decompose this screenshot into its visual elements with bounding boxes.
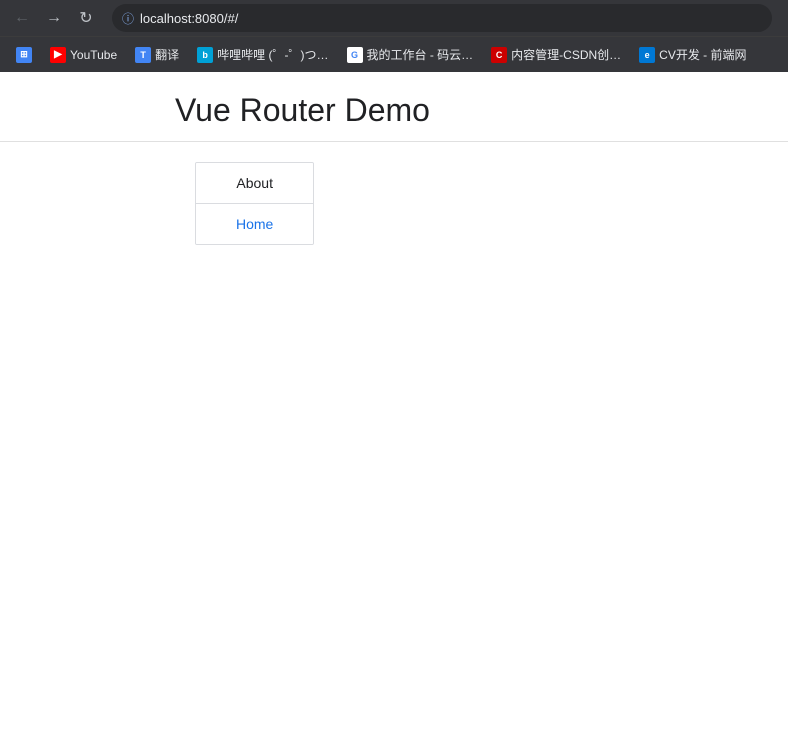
reload-button[interactable]: ↻ xyxy=(72,4,100,32)
browser-titlebar: ← → ↻ ⓘ localhost:8080/#/ xyxy=(0,0,788,36)
bookmark-google[interactable]: G 我的工作台 - 码云… xyxy=(339,42,482,68)
csdn-favicon: C xyxy=(491,47,507,63)
bookmark-bilibili-label: 哔哩哔哩 (゜-゜)つ… xyxy=(217,46,328,63)
bookmark-translate[interactable]: T 翻译 xyxy=(127,42,187,68)
address-text: localhost:8080/#/ xyxy=(140,11,238,26)
security-icon: ⓘ xyxy=(122,10,134,27)
browser-chrome: ← → ↻ ⓘ localhost:8080/#/ ⊞ ▶ YouTube T … xyxy=(0,0,788,72)
apps-favicon: ⊞ xyxy=(16,47,32,63)
address-bar[interactable]: ⓘ localhost:8080/#/ xyxy=(112,4,772,32)
translate-favicon: T xyxy=(135,47,151,63)
back-button[interactable]: ← xyxy=(8,4,36,32)
bookmark-csdn-label: 内容管理-CSDN创… xyxy=(511,46,621,63)
page-content: Vue Router Demo About Home xyxy=(0,72,788,745)
bookmark-bilibili[interactable]: b 哔哩哔哩 (゜-゜)つ… xyxy=(189,42,336,68)
youtube-favicon: ▶ xyxy=(50,47,66,63)
about-link[interactable]: About xyxy=(196,163,313,204)
page-title: Vue Router Demo xyxy=(0,92,788,129)
bookmark-apps[interactable]: ⊞ xyxy=(8,42,40,68)
bookmarks-bar: ⊞ ▶ YouTube T 翻译 b 哔哩哔哩 (゜-゜)つ… G 我的工作台 … xyxy=(0,36,788,72)
bookmark-csdn[interactable]: C 内容管理-CSDN创… xyxy=(483,42,629,68)
title-divider xyxy=(0,141,788,142)
bilibili-favicon: b xyxy=(197,47,213,63)
bookmark-edge-label: CV开发 - 前端网 xyxy=(659,46,746,63)
home-link[interactable]: Home xyxy=(196,204,313,244)
nav-links-container: About Home xyxy=(195,162,314,245)
bookmark-youtube-label: YouTube xyxy=(70,48,117,62)
bookmark-edge[interactable]: e CV开发 - 前端网 xyxy=(631,42,754,68)
bookmark-google-label: 我的工作台 - 码云… xyxy=(367,46,474,63)
bookmark-translate-label: 翻译 xyxy=(155,46,179,63)
google-favicon: G xyxy=(347,47,363,63)
bookmark-youtube[interactable]: ▶ YouTube xyxy=(42,42,125,68)
forward-button[interactable]: → xyxy=(40,4,68,32)
edge-favicon: e xyxy=(639,47,655,63)
